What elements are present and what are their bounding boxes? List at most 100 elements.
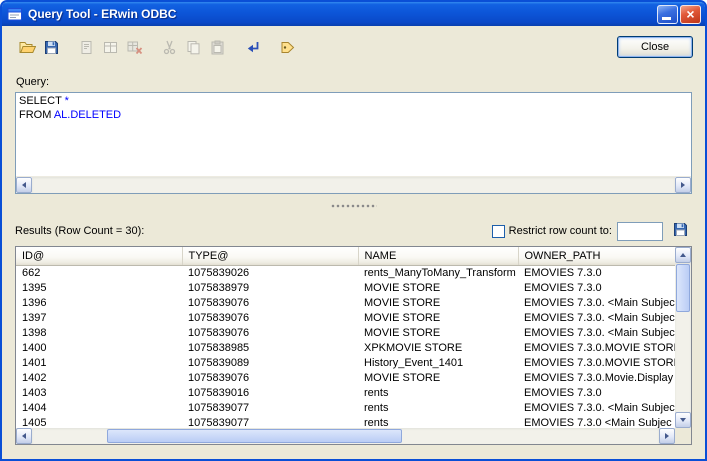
arrow-down-icon <box>680 418 686 422</box>
table-cell: 1075839076 <box>182 325 358 340</box>
table-row[interactable]: 6621075839026rents_ManyToMany_TransformE… <box>16 265 675 280</box>
splitter-handle[interactable] <box>2 194 705 218</box>
sql-keyword: FROM <box>19 109 54 121</box>
toolbar-icons <box>16 37 617 58</box>
open-icon[interactable] <box>16 37 39 58</box>
table-cell: 1398 <box>16 325 182 340</box>
table-cell: 662 <box>16 265 182 280</box>
scroll-right-button[interactable] <box>659 428 675 444</box>
scroll-down-button[interactable] <box>675 412 691 428</box>
save-icon[interactable] <box>40 37 63 58</box>
table-row[interactable]: 13971075839076MOVIE STOREEMOVIES 7.3.0. … <box>16 310 675 325</box>
arrow-right-icon <box>665 433 669 439</box>
results-count-label: Results (Row Count = 30): <box>15 225 492 237</box>
minimize-button[interactable] <box>657 5 678 24</box>
arrow-left-icon <box>22 433 26 439</box>
table-cell: EMOVIES 7.3.0. <Main Subjec. <box>518 400 675 415</box>
query-editor[interactable]: SELECT * FROM AL.DELETED <box>15 92 692 194</box>
scrollbar-thumb[interactable] <box>676 264 690 312</box>
table-cell: History_Event_1401 <box>358 355 518 370</box>
title-bar: Query Tool - ERwin ODBC <box>2 2 705 26</box>
copy-icon[interactable] <box>182 37 205 58</box>
export-icon[interactable] <box>75 37 98 58</box>
grid-icon[interactable] <box>99 37 122 58</box>
cut-icon[interactable] <box>158 37 181 58</box>
results-table-body: 6621075839026rents_ManyToMany_TransformE… <box>16 265 675 428</box>
table-cell: 1075839076 <box>182 310 358 325</box>
table-cell: EMOVIES 7.3.0 <box>518 280 675 295</box>
restrict-row-count-label: Restrict row count to: <box>509 225 612 237</box>
scrollbar-track[interactable] <box>675 263 691 412</box>
table-cell: 1075838979 <box>182 280 358 295</box>
sql-operand: * <box>65 95 69 107</box>
table-cell: 1075839026 <box>182 265 358 280</box>
table-cell: EMOVIES 7.3.0 <box>518 385 675 400</box>
scrollbar-corner <box>675 428 691 444</box>
column-header[interactable]: TYPE@ <box>182 247 358 265</box>
window-close-button[interactable] <box>680 5 701 24</box>
restrict-row-count-checkbox[interactable] <box>492 225 505 238</box>
query-horizontal-scrollbar[interactable] <box>16 176 691 193</box>
results-horizontal-scrollbar[interactable] <box>16 428 675 444</box>
scrollbar-thumb[interactable] <box>107 429 402 443</box>
scrollbar-track[interactable] <box>32 428 659 444</box>
table-row[interactable]: 14051075839077rentsEMOVIES 7.3.0 <Main S… <box>16 415 675 428</box>
table-row[interactable]: 14031075839016rentsEMOVIES 7.3.0 <box>16 385 675 400</box>
results-table-header-row: ID@TYPE@NAMEOWNER_PATH <box>16 247 675 265</box>
table-cell: 1075838985 <box>182 340 358 355</box>
table-cell: EMOVIES 7.3.0.Movie.Display <box>518 370 675 385</box>
table-cell: rents <box>358 385 518 400</box>
execute-icon[interactable] <box>241 37 264 58</box>
table-cell: 1075839077 <box>182 400 358 415</box>
results-vertical-scrollbar[interactable] <box>675 247 691 428</box>
column-header[interactable]: ID@ <box>16 247 182 265</box>
column-header[interactable]: OWNER_PATH <box>518 247 675 265</box>
results-bar: Results (Row Count = 30): Restrict row c… <box>2 218 705 244</box>
sql-operand: AL.DELETED <box>54 109 121 121</box>
close-button[interactable]: Close <box>617 36 693 58</box>
table-cell: 1400 <box>16 340 182 355</box>
save-results-button[interactable] <box>668 221 692 242</box>
table-cell: 1395 <box>16 280 182 295</box>
results-table: ID@TYPE@NAMEOWNER_PATH 6621075839026rent… <box>15 246 692 445</box>
table-cell: 1075839076 <box>182 370 358 385</box>
table-row[interactable]: 13961075839076MOVIE STOREEMOVIES 7.3.0. … <box>16 295 675 310</box>
table-cell: MOVIE STORE <box>358 295 518 310</box>
query-text[interactable]: SELECT * FROM AL.DELETED <box>16 93 691 176</box>
restrict-row-count-input[interactable] <box>617 222 663 241</box>
table-row[interactable]: 13981075839076MOVIE STOREEMOVIES 7.3.0. … <box>16 325 675 340</box>
table-row[interactable]: 14021075839076MOVIE STOREEMOVIES 7.3.0.M… <box>16 370 675 385</box>
arrow-left-icon <box>22 182 26 188</box>
table-cell: 1397 <box>16 310 182 325</box>
table-cell: 1075839089 <box>182 355 358 370</box>
scroll-left-button[interactable] <box>16 177 32 193</box>
table-cell: 1075839076 <box>182 295 358 310</box>
window-title: Query Tool - ERwin ODBC <box>28 7 655 21</box>
scroll-up-button[interactable] <box>675 247 691 263</box>
scroll-left-button[interactable] <box>16 428 32 444</box>
arrow-up-icon <box>680 253 686 257</box>
table-cell: MOVIE STORE <box>358 310 518 325</box>
table-cell: EMOVIES 7.3.0. <Main Subjec. <box>518 310 675 325</box>
table-row[interactable]: 14001075838985XPKMOVIE STOREEMOVIES 7.3.… <box>16 340 675 355</box>
table-cell: rents_ManyToMany_Transform <box>358 265 518 280</box>
save-results-icon <box>673 222 688 240</box>
table-row[interactable]: 14041075839077rentsEMOVIES 7.3.0. <Main … <box>16 400 675 415</box>
table-cell: MOVIE STORE <box>358 280 518 295</box>
query-label: Query: <box>16 76 705 89</box>
table-row[interactable]: 14011075839089History_Event_1401EMOVIES … <box>16 355 675 370</box>
table-row[interactable]: 13951075838979MOVIE STOREEMOVIES 7.3.0 <box>16 280 675 295</box>
table-cell: 1403 <box>16 385 182 400</box>
tags-icon[interactable] <box>276 37 299 58</box>
scrollbar-track[interactable] <box>32 177 675 193</box>
table-cell: 1402 <box>16 370 182 385</box>
paste-icon[interactable] <box>206 37 229 58</box>
query-tool-window: Query Tool - ERwin ODBC Close Query: SEL… <box>0 0 707 461</box>
sql-line: SELECT * <box>19 94 688 108</box>
delete-icon[interactable] <box>123 37 146 58</box>
splitter-dots-icon <box>331 204 377 208</box>
scroll-right-button[interactable] <box>675 177 691 193</box>
table-cell: 1401 <box>16 355 182 370</box>
table-cell: 1075839077 <box>182 415 358 428</box>
column-header[interactable]: NAME <box>358 247 518 265</box>
